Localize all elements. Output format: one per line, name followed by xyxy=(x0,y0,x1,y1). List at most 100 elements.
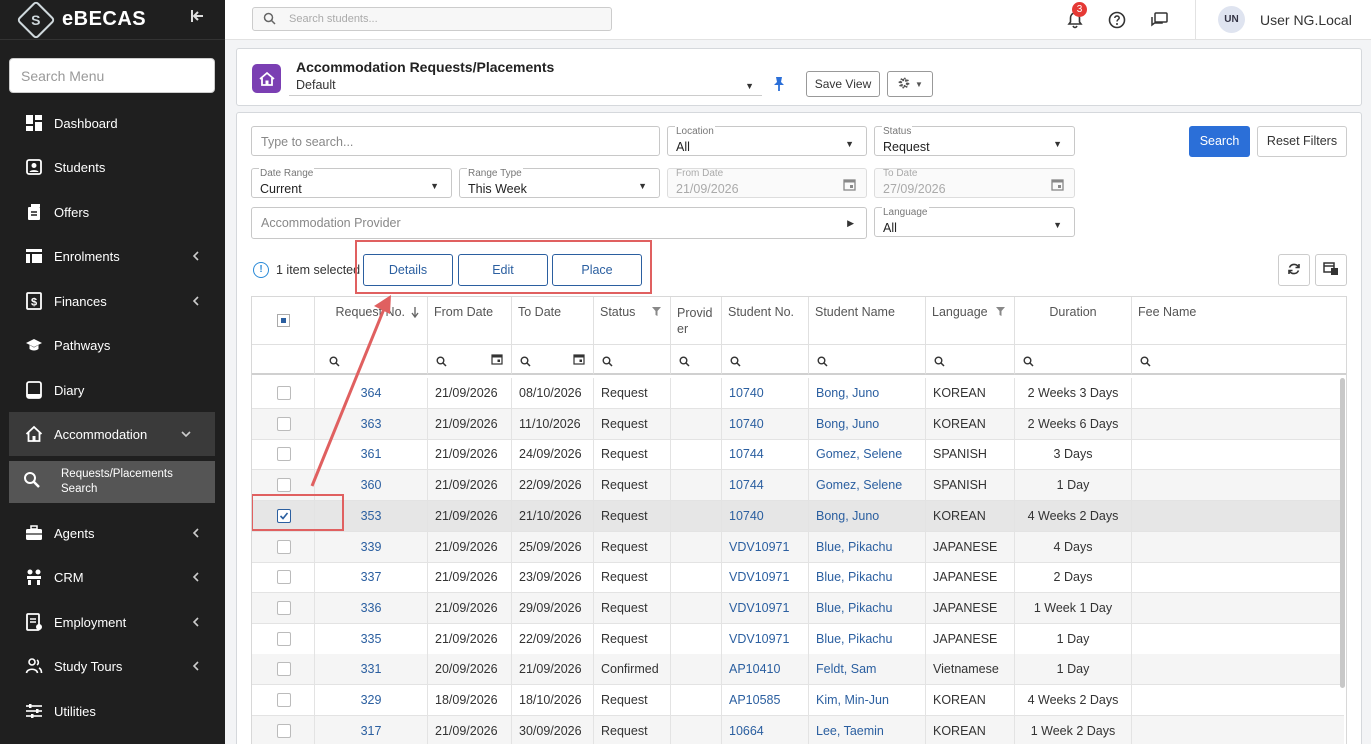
table-row[interactable]: 329 18/09/2026 18/10/2026 Request AP10585 Kim… xyxy=(252,685,1344,716)
cell-student-no[interactable]: 10744 xyxy=(722,439,809,470)
help-icon[interactable] xyxy=(1107,10,1127,30)
menu-search-input[interactable]: Search Menu xyxy=(9,58,215,93)
filter-icon[interactable] xyxy=(651,306,662,320)
sidebar-item-crm[interactable]: CRM xyxy=(0,555,225,599)
cell-student-name[interactable]: Bong, Juno xyxy=(809,378,926,408)
cell-request-no[interactable]: 331 xyxy=(315,654,428,685)
cell-student-name[interactable]: Blue, Pikachu xyxy=(809,562,926,593)
filter-cell-student-no[interactable] xyxy=(722,344,809,375)
refresh-button[interactable] xyxy=(1278,254,1310,286)
sidebar-item-diary[interactable]: Diary xyxy=(0,368,225,412)
column-chooser-button[interactable] xyxy=(1315,254,1347,286)
table-row[interactable]: 361 21/09/2026 24/09/2026 Request 10744 Gomez… xyxy=(252,439,1344,471)
avatar[interactable]: UN xyxy=(1218,6,1245,33)
column-header-to-date[interactable]: To Date xyxy=(512,297,594,344)
accommodation-provider-select[interactable]: Accommodation Provider ▶ xyxy=(251,207,867,239)
filter-cell-student-name[interactable] xyxy=(809,344,926,375)
column-header-duration[interactable]: Duration xyxy=(1015,297,1132,344)
select-all-checkbox[interactable] xyxy=(277,314,290,327)
chat-icon[interactable] xyxy=(1149,10,1169,30)
cell-request-no[interactable]: 317 xyxy=(315,715,428,744)
cell-request-no[interactable]: 364 xyxy=(315,378,428,408)
sidebar-item-dashboard[interactable]: Dashboard xyxy=(0,101,225,145)
search-button[interactable]: Search xyxy=(1189,126,1250,157)
cell-student-name[interactable]: Feldt, Sam xyxy=(809,654,926,685)
date-range-select[interactable]: Date Range Current ▼ xyxy=(251,168,452,198)
table-row[interactable]: 336 21/09/2026 29/09/2026 Request VDV10971 Bl… xyxy=(252,592,1344,624)
language-select[interactable]: Language All ▼ xyxy=(874,207,1075,237)
cell-student-no[interactable]: VDV10971 xyxy=(722,623,809,654)
column-header-from-date[interactable]: From Date xyxy=(428,297,512,344)
scrollbar[interactable] xyxy=(1340,378,1345,688)
sidebar-item-offers[interactable]: Offers xyxy=(0,190,225,234)
table-row[interactable]: 317 21/09/2026 30/09/2026 Request 10664 Lee, … xyxy=(252,715,1344,744)
column-header-provider[interactable]: Provid er xyxy=(671,297,722,344)
filter-cell-from-date[interactable] xyxy=(428,344,512,375)
sidebar-item-enrolments[interactable]: Enrolments xyxy=(0,234,225,278)
table-row[interactable]: 335 21/09/2026 22/09/2026 Request VDV10971 Bl… xyxy=(252,623,1344,655)
row-checkbox[interactable] xyxy=(277,693,291,707)
column-header-select[interactable] xyxy=(252,297,315,344)
cell-student-no[interactable]: AP10410 xyxy=(722,654,809,685)
cell-student-name[interactable]: Blue, Pikachu xyxy=(809,592,926,623)
column-header-student-no[interactable]: Student No. xyxy=(722,297,809,344)
table-row[interactable]: 364 21/09/2026 08/10/2026 Request 10740 Bong,… xyxy=(252,378,1344,409)
sidebar-item-finances[interactable]: $ Finances xyxy=(0,279,225,323)
sidebar-item-study-tours[interactable]: Study Tours xyxy=(0,644,225,688)
table-row[interactable]: 353 21/09/2026 21/10/2026 Request 10740 Bong,… xyxy=(252,500,1344,532)
cell-request-no[interactable]: 339 xyxy=(315,531,428,562)
table-row[interactable]: 337 21/09/2026 23/09/2026 Request VDV10971 Bl… xyxy=(252,562,1344,594)
row-checkbox[interactable] xyxy=(277,570,291,585)
column-header-language[interactable]: Language xyxy=(926,297,1015,344)
cell-student-no[interactable]: 10740 xyxy=(722,500,809,531)
table-row[interactable]: 363 21/09/2026 11/10/2026 Request 10740 Bong,… xyxy=(252,408,1344,440)
pin-icon[interactable] xyxy=(772,76,786,95)
row-checkbox[interactable] xyxy=(277,631,291,646)
sidebar-item-pathways[interactable]: Pathways xyxy=(0,323,225,367)
filter-cell-duration[interactable] xyxy=(1015,344,1132,375)
filter-cell-fee-name[interactable] xyxy=(1132,344,1346,375)
cell-student-no[interactable]: 10744 xyxy=(722,470,809,501)
row-checkbox[interactable] xyxy=(277,723,291,738)
cell-student-no[interactable]: 10740 xyxy=(722,408,809,439)
cell-student-no[interactable]: VDV10971 xyxy=(722,592,809,623)
keyword-search-input[interactable]: Type to search... xyxy=(251,126,660,156)
sidebar-item-agents[interactable]: Agents xyxy=(0,511,225,555)
cell-student-no[interactable]: VDV10971 xyxy=(722,562,809,593)
calendar-icon[interactable] xyxy=(573,353,585,368)
cell-request-no[interactable]: 361 xyxy=(315,439,428,470)
filter-icon[interactable] xyxy=(995,306,1006,320)
row-checkbox[interactable] xyxy=(277,478,291,493)
column-header-request-no[interactable]: Request No. xyxy=(315,297,428,344)
cell-student-name[interactable]: Blue, Pikachu xyxy=(809,531,926,562)
cell-student-no[interactable]: 10664 xyxy=(722,715,809,744)
cell-student-name[interactable]: Bong, Juno xyxy=(809,408,926,439)
cell-request-no[interactable]: 337 xyxy=(315,562,428,593)
cell-student-name[interactable]: Lee, Taemin xyxy=(809,715,926,744)
row-checkbox[interactable] xyxy=(277,416,291,431)
cell-request-no[interactable]: 363 xyxy=(315,408,428,439)
location-select[interactable]: Location All ▼ xyxy=(667,126,867,156)
column-header-status[interactable]: Status xyxy=(594,297,671,344)
cell-student-no[interactable]: VDV10971 xyxy=(722,531,809,562)
cell-student-name[interactable]: Kim, Min-Jun xyxy=(809,685,926,715)
row-checkbox[interactable] xyxy=(277,539,291,554)
cell-student-name[interactable]: Gomez, Selene xyxy=(809,439,926,470)
cell-student-name[interactable]: Bong, Juno xyxy=(809,500,926,531)
cell-student-name[interactable]: Gomez, Selene xyxy=(809,470,926,501)
column-header-fee-name[interactable]: Fee Name xyxy=(1132,297,1346,344)
cell-request-no[interactable]: 329 xyxy=(315,685,428,715)
filter-cell-request-no[interactable] xyxy=(315,344,428,375)
cell-student-name[interactable]: Blue, Pikachu xyxy=(809,623,926,654)
table-row[interactable]: 331 20/09/2026 21/09/2026 Confirmed AP10410 F… xyxy=(252,654,1344,686)
save-view-button[interactable]: Save View xyxy=(806,71,880,97)
view-select[interactable]: Default ▼ xyxy=(289,76,762,96)
sidebar-item-employment[interactable]: Employment xyxy=(0,600,225,644)
sidebar-item-accommodation[interactable]: Accommodation xyxy=(9,412,215,456)
cell-request-no[interactable]: 336 xyxy=(315,592,428,623)
table-row[interactable]: 339 21/09/2026 25/09/2026 Request VDV10971 Bl… xyxy=(252,531,1344,563)
filter-cell-status[interactable] xyxy=(594,344,671,375)
filter-cell-to-date[interactable] xyxy=(512,344,594,375)
sidebar-item-students[interactable]: Students xyxy=(0,145,225,189)
range-type-select[interactable]: Range Type This Week ▼ xyxy=(459,168,660,198)
